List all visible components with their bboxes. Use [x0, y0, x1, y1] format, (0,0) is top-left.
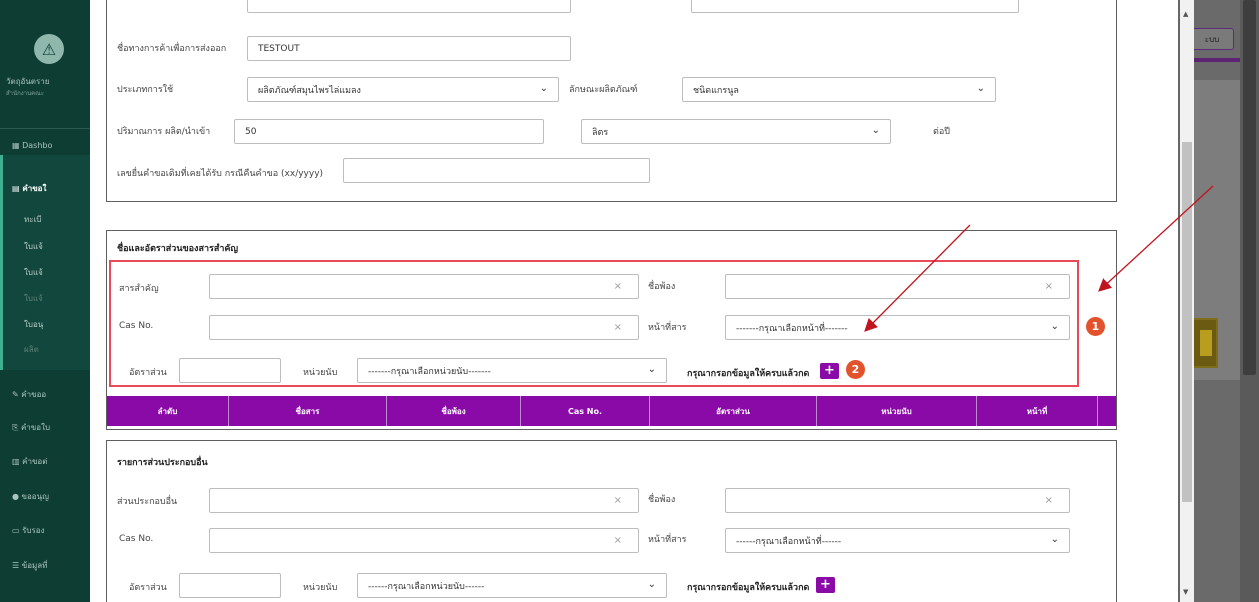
nav-sub-3: ใบแจ้: [24, 268, 43, 277]
clear-icon[interactable]: ×: [1045, 495, 1053, 506]
per-year-label: ต่อปี: [933, 127, 950, 137]
quantity-unit-select[interactable]: ลิตร ⌄: [581, 119, 891, 144]
other-components-card: รายการส่วนประกอบอื่น ส่วนประกอบอื่น × ชื…: [106, 440, 1117, 602]
table-header-cell: ชื่อสาร: [229, 396, 387, 426]
nav-copy: ⎘ คำขอใบ: [12, 423, 51, 432]
substance-table-header: ลำดับ ชื่อสาร ชื่อพ้อง Cas No. อัตราส่วน…: [107, 396, 1116, 426]
component-label: ส่วนประกอบอื่น: [117, 497, 178, 507]
thai-name-field-partial[interactable]: [247, 0, 571, 13]
nav-approve: ● ขออนุญ: [12, 492, 49, 501]
nav-sub-2: ใบแจ้: [24, 242, 43, 251]
component-function-select[interactable]: ------กรุณาเลือกหน้าที่------ ⌄: [725, 528, 1070, 553]
table-header-cell: หน้าที่: [977, 396, 1098, 426]
table-header-cell: ลำดับ: [107, 396, 229, 426]
table-header-cell: [1098, 396, 1116, 426]
nav-other: ▥ คำขอต่: [12, 457, 48, 466]
highlight-box: [109, 260, 1079, 387]
chevron-down-icon: ⌄: [647, 579, 656, 590]
nav-sub-6: ผลิต: [24, 345, 39, 354]
old-request-label: เลขยื่นคำขอเดิมที่เคยได้รับ กรณีคืนคำขอ …: [117, 169, 324, 179]
annotation-badge-1: 1: [1086, 317, 1105, 336]
table-header-cell: Cas No.: [521, 396, 650, 426]
modal-dialog: ชื่อทางการค้าเพื่อการส่งออก TESTOUT ประเ…: [90, 0, 1178, 602]
component-common-name-input[interactable]: ×: [725, 488, 1070, 513]
component-cas-label: Cas No.: [119, 534, 154, 544]
component-ratio-label: อัตราส่วน: [129, 583, 167, 593]
nav-requests: ▤ คำขอใ: [12, 184, 47, 193]
component-common-name-label: ชื่อพ้อง: [648, 495, 676, 505]
quantity-label: ปริมาณการ ผลิต/นำเข้า: [117, 127, 211, 137]
nav-sub-4: ใบแจ้: [24, 294, 43, 303]
product-form-label: ลักษณะผลิตภัณฑ์: [569, 85, 638, 95]
chevron-down-icon: ⌄: [871, 125, 880, 136]
export-name-label: ชื่อทางการค้าเพื่อการส่งออก: [117, 44, 227, 54]
background-brand: วัตถุอันตราย สำนักงานคณะ: [6, 77, 50, 97]
export-name-input[interactable]: TESTOUT: [247, 36, 571, 61]
nav-dashboard: ▦ Dashbo: [12, 141, 53, 150]
quantity-input[interactable]: 50: [234, 119, 544, 144]
add-component-button[interactable]: +: [816, 577, 835, 593]
page-scrollbar: [1240, 0, 1259, 602]
english-name-field-partial[interactable]: [691, 0, 1019, 13]
table-header-cell: หน่วยนับ: [817, 396, 977, 426]
component-unit-label: หน่วยนับ: [303, 583, 338, 593]
component-function-label: หน้าที่สาร: [648, 535, 687, 545]
table-header-cell: ชื่อพ้อง: [387, 396, 521, 426]
active-substance-title: ชื่อและอัตราส่วนของสารสำคัญ: [117, 244, 239, 254]
divider: [0, 128, 100, 129]
clear-icon[interactable]: ×: [614, 535, 622, 546]
annotation-badge-2: 2: [846, 360, 865, 379]
usage-type-label: ประเภทการใช้: [117, 85, 174, 95]
chevron-down-icon: ⌄: [1050, 534, 1059, 545]
chevron-down-icon: ⌄: [976, 83, 985, 94]
scrollbar-thumb[interactable]: [1182, 142, 1192, 502]
clear-icon[interactable]: ×: [614, 495, 622, 506]
usage-type-select[interactable]: ผลิตภัณฑ์สมุนไพรไล่แมลง ⌄: [247, 77, 559, 102]
background-top-button: ะบบ: [1190, 28, 1234, 50]
component-cas-input[interactable]: ×: [209, 528, 639, 553]
logo-icon: ⚠: [34, 34, 64, 64]
component-input[interactable]: ×: [209, 488, 639, 513]
other-components-title: รายการส่วนประกอบอื่น: [117, 458, 208, 468]
component-add-hint: กรุณากรอกข้อมูลให้ครบแล้วกด: [687, 583, 810, 593]
modal-scrollbar[interactable]: ▲ ▼: [1180, 0, 1194, 602]
nav-edit: ✎ คำขออ: [12, 390, 47, 399]
component-ratio-input[interactable]: [179, 573, 281, 598]
product-form-select[interactable]: ชนิดแกรนูล ⌄: [682, 77, 996, 102]
component-unit-select[interactable]: ------กรุณาเลือกหน่วยนับ------ ⌄: [357, 573, 667, 598]
chevron-down-icon: ⌄: [539, 83, 548, 94]
table-header-cell: อัตราส่วน: [650, 396, 817, 426]
nav-data: ☰ ข้อมูลที่: [12, 561, 48, 570]
product-info-card: ชื่อทางการค้าเพื่อการส่งออก TESTOUT ประเ…: [106, 0, 1117, 202]
background-sidebar: ⚠ วัตถุอันตราย สำนักงานคณะ ▦ Dashbo ▤ คำ…: [0, 0, 100, 602]
old-request-input[interactable]: [343, 158, 650, 183]
nav-sub-5: ใบอนุ: [24, 320, 44, 329]
nav-sub-1: ทะเบี: [24, 215, 42, 224]
nav-cert: ▭ รับรอง: [12, 526, 45, 535]
active-substance-card: ชื่อและอัตราส่วนของสารสำคัญ สารสำคัญ × ช…: [106, 230, 1117, 430]
